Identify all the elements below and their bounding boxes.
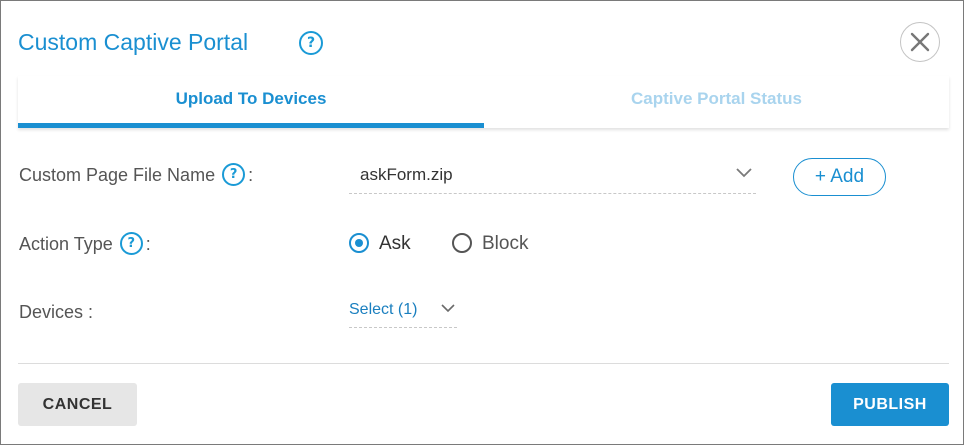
file-name-value: askForm.zip — [360, 165, 453, 184]
radio-block-label: Block — [482, 233, 529, 254]
file-name-label: Custom Page File Name — [19, 165, 216, 185]
publish-button[interactable]: PUBLISH — [831, 383, 949, 426]
action-type-label: Action Type — [19, 234, 113, 254]
file-name-select[interactable]: askForm.zip — [349, 157, 756, 194]
devices-label: Devices : — [19, 302, 94, 322]
footer-divider — [18, 363, 949, 364]
radio-ask-label: Ask — [379, 233, 411, 254]
close-icon — [910, 32, 930, 52]
file-name-row-label: Custom Page File Name ?: — [19, 162, 254, 188]
chevron-down-icon — [736, 168, 752, 178]
radio-ask-checked-icon — [349, 233, 369, 253]
chevron-down-icon — [441, 304, 455, 313]
devices-select-value: Select (1) — [349, 301, 418, 318]
action-type-row-label: Action Type ?: — [19, 231, 151, 257]
file-name-separator: : — [248, 165, 254, 185]
radio-block-unchecked-icon — [452, 233, 472, 253]
captive-portal-dialog: Custom Captive Portal ? Upload To Device… — [0, 0, 964, 445]
close-button[interactable] — [900, 22, 940, 62]
devices-select[interactable]: Select (1) — [349, 297, 457, 328]
title-help-icon[interactable]: ? — [299, 31, 323, 55]
dialog-title: Custom Captive Portal — [18, 29, 249, 55]
active-tab-indicator — [18, 123, 484, 128]
cancel-button[interactable]: CANCEL — [18, 383, 137, 426]
tab-bar: Upload To Devices Captive Portal Status — [18, 76, 949, 128]
action-type-separator: : — [145, 234, 151, 254]
tab-captive-portal-status[interactable]: Captive Portal Status — [484, 76, 949, 124]
add-file-button[interactable]: + Add — [793, 158, 886, 196]
tab-upload-to-devices[interactable]: Upload To Devices — [18, 76, 484, 124]
action-type-help-icon[interactable]: ? — [119, 231, 143, 255]
file-name-help-icon[interactable]: ? — [222, 162, 246, 186]
